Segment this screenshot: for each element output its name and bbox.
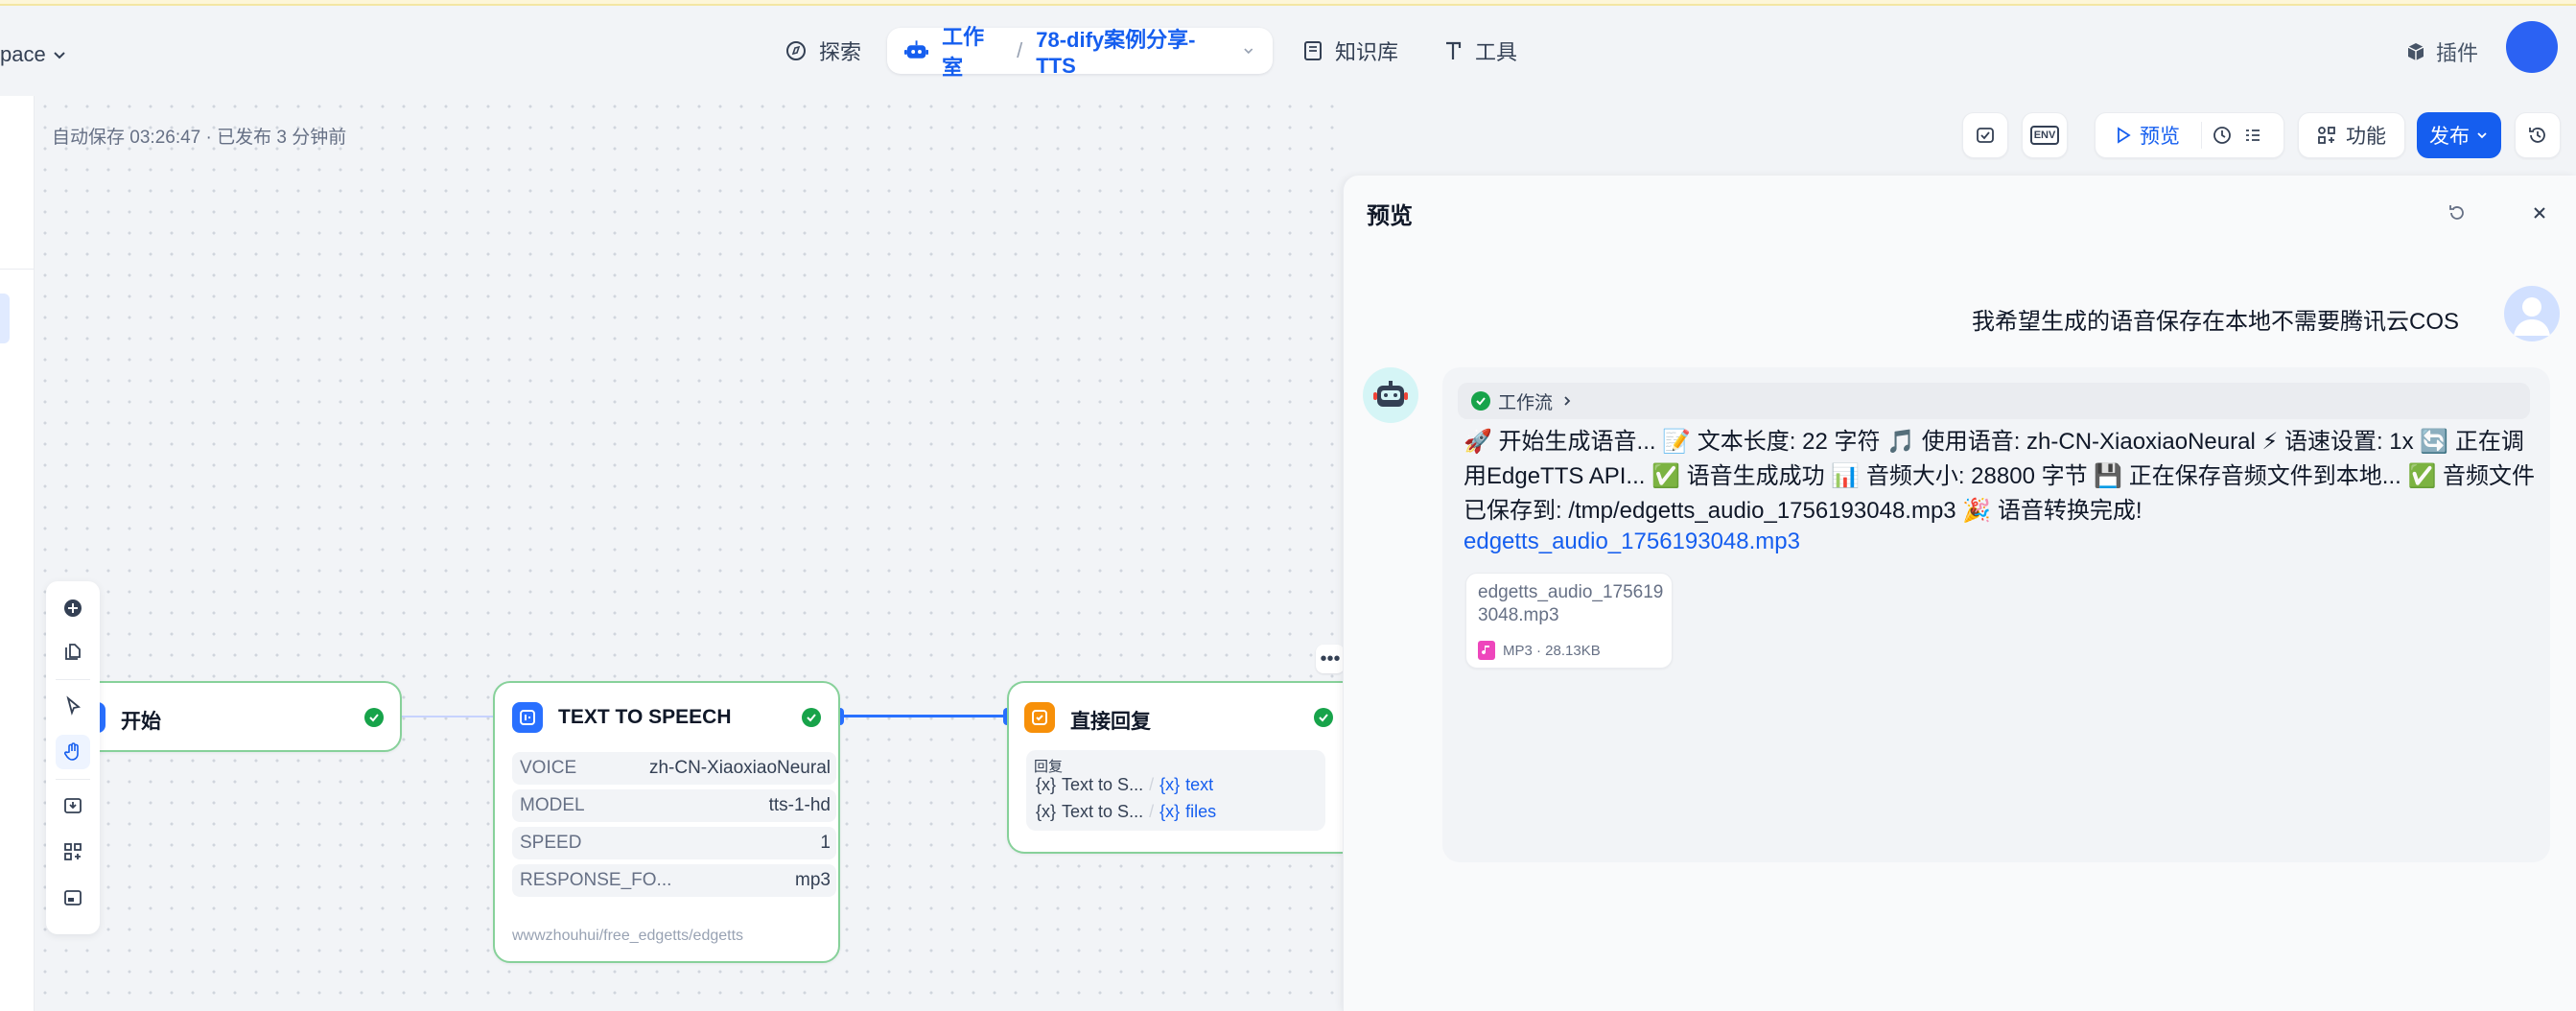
edge-tts-reply[interactable] xyxy=(840,715,1007,717)
sidebar-active-marker[interactable] xyxy=(0,294,10,343)
tts-node-title: TEXT TO SPEECH xyxy=(558,706,732,728)
top-header: pace 探索 工作室 / 78-dify案例分享-TTS 知识库 工具 插件 xyxy=(0,6,2576,96)
tts-param-model: MODEL tts-1-hd xyxy=(512,789,836,822)
audio-file-icon xyxy=(1478,641,1495,660)
preview-label: 预览 xyxy=(2140,126,2180,148)
user-avatar-icon xyxy=(2504,286,2560,341)
run-history-icon[interactable] xyxy=(2212,125,2233,146)
play-icon xyxy=(2118,127,2131,144)
add-note-icon[interactable] xyxy=(56,635,90,670)
preview-button[interactable]: 预览 xyxy=(2115,121,2180,150)
env-icon: ENV xyxy=(2029,126,2060,145)
reply-node-title: 直接回复 xyxy=(1070,711,1151,733)
chevron-down-icon xyxy=(54,52,65,59)
tts-param-voice: VOICE zh-CN-XiaoxiaoNeural xyxy=(512,752,836,785)
nav-studio-label: 工作室 xyxy=(942,25,985,80)
file-meta: MP3 · 28.13KB xyxy=(1478,641,1601,660)
reply-icon xyxy=(1024,702,1055,733)
variable-icon: {x} xyxy=(1159,775,1181,794)
success-check-icon xyxy=(364,708,384,727)
start-node[interactable]: 开始 xyxy=(82,681,402,752)
chevron-right-icon xyxy=(1564,396,1571,406)
hand-icon[interactable] xyxy=(56,735,90,769)
add-node-icon[interactable] xyxy=(56,591,90,625)
speaker-icon xyxy=(512,702,543,733)
publish-label: 发布 xyxy=(2429,126,2470,148)
variable-icon: {x} xyxy=(1036,775,1057,794)
book-icon xyxy=(1304,41,1322,60)
file-attachment-card[interactable]: edgetts_audio_1756193048.mp3 MP3 · 28.13… xyxy=(1465,573,1673,669)
publish-button[interactable]: 发布 xyxy=(2417,112,2501,158)
bot-message-text: 🚀 开始生成语音... 📝 文本长度: 22 字符 🎵 使用语音: zh-CN-… xyxy=(1464,429,2536,524)
env-button[interactable]: ENV xyxy=(2022,112,2068,158)
restart-icon[interactable] xyxy=(2443,199,2471,227)
tts-param-speed: SPEED 1 xyxy=(512,827,836,859)
export-image-icon[interactable] xyxy=(56,788,90,823)
success-check-icon xyxy=(1471,391,1490,411)
close-icon[interactable] xyxy=(2525,199,2554,227)
more-options-icon[interactable]: ••• xyxy=(1316,645,1345,673)
compass-icon xyxy=(786,41,806,60)
workspace-label: pace xyxy=(0,42,46,66)
user-avatar[interactable] xyxy=(2506,21,2558,73)
grid-icon xyxy=(2318,127,2335,144)
nav-tools-label: 工具 xyxy=(1475,40,1518,64)
tts-node[interactable]: TEXT TO SPEECH VOICE zh-CN-XiaoxiaoNeura… xyxy=(493,681,840,963)
preview-group: 预览 xyxy=(2095,112,2284,158)
features-label: 功能 xyxy=(2346,126,2386,148)
workflow-chip-label: 工作流 xyxy=(1498,392,1554,413)
preview-panel: 预览 我希望生成的语音保存在本地不需要腾讯云COS 工作流 🚀 开始生成语音..… xyxy=(1343,176,2576,1011)
nav-studio[interactable]: 工作室 / 78-dify案例分享-TTS xyxy=(887,25,1273,80)
list-check-icon[interactable] xyxy=(2242,125,2263,146)
success-check-icon xyxy=(802,708,821,727)
nav-tools[interactable]: 工具 xyxy=(1433,29,1527,73)
hammer-icon xyxy=(1446,41,1462,59)
audio-file-link[interactable]: edgetts_audio_1756193048.mp3 xyxy=(1464,529,1800,555)
bot-message-bubble: 工作流 🚀 开始生成语音... 📝 文本长度: 22 字符 🎵 使用语音: zh… xyxy=(1442,367,2550,862)
nav-knowledge-label: 知识库 xyxy=(1335,40,1399,64)
bot-avatar-icon xyxy=(1363,367,1418,423)
chevron-down-icon xyxy=(2477,132,2487,139)
success-check-icon xyxy=(1314,708,1333,727)
nav-knowledge[interactable]: 知识库 xyxy=(1293,29,1408,73)
reply-section-label: 回复 xyxy=(1034,759,1064,775)
tts-node-source: wwwzhouhui/free_edgetts/edgetts xyxy=(512,928,744,944)
chevron-down-icon xyxy=(1244,48,1253,55)
user-message: 我希望生成的语音保存在本地不需要腾讯云COS xyxy=(1971,309,2459,335)
file-name: edgetts_audio_1756193048.mp3 xyxy=(1478,582,1664,625)
workspace-selector[interactable]: pace xyxy=(0,42,67,67)
workflow-run-chip[interactable]: 工作流 xyxy=(1458,383,2530,419)
variable-icon: {x} xyxy=(1159,802,1181,821)
reply-var-row: {x} Text to S... / {x} text xyxy=(1036,775,1214,794)
checklist-button[interactable] xyxy=(1962,112,2008,158)
breadcrumb-separator: / xyxy=(1017,38,1023,62)
start-node-title: 开始 xyxy=(121,711,161,733)
autosave-status: 自动保存 03:26:47 · 已发布 3 分钟前 xyxy=(52,128,347,148)
canvas-tool-dock xyxy=(46,581,100,934)
organize-blocks-icon[interactable] xyxy=(56,835,90,869)
preview-title: 预览 xyxy=(1367,203,1413,229)
reply-content: 回复 {x} Text to S... / {x} text {x} Text … xyxy=(1026,750,1325,831)
pointer-icon[interactable] xyxy=(56,689,90,723)
edge-start-tts[interactable] xyxy=(401,716,495,717)
history-icon xyxy=(2529,128,2545,143)
cube-icon xyxy=(2407,43,2424,60)
reply-var-row: {x} Text to S... / {x} files xyxy=(1036,802,1217,821)
variable-icon: {x} xyxy=(1036,802,1057,821)
nav-explore[interactable]: 探索 xyxy=(775,29,871,73)
app-name[interactable]: 78-dify案例分享-TTS xyxy=(1036,23,1229,79)
robot-icon xyxy=(904,40,929,59)
left-sidebar-edge xyxy=(0,96,35,1011)
reply-node[interactable]: 直接回复 回复 {x} Text to S... / {x} text {x} … xyxy=(1007,681,1343,854)
features-button[interactable]: 功能 xyxy=(2298,112,2405,158)
minimap-icon[interactable] xyxy=(56,881,90,915)
divider xyxy=(0,269,35,270)
tts-param-response-format: RESPONSE_FO... mp3 xyxy=(512,864,836,897)
plugins-button[interactable]: 插件 xyxy=(2405,36,2478,67)
nav-explore-label: 探索 xyxy=(819,40,862,64)
checklist-icon xyxy=(1977,128,1994,143)
plugins-label: 插件 xyxy=(2436,41,2479,65)
version-history-button[interactable] xyxy=(2515,112,2561,158)
